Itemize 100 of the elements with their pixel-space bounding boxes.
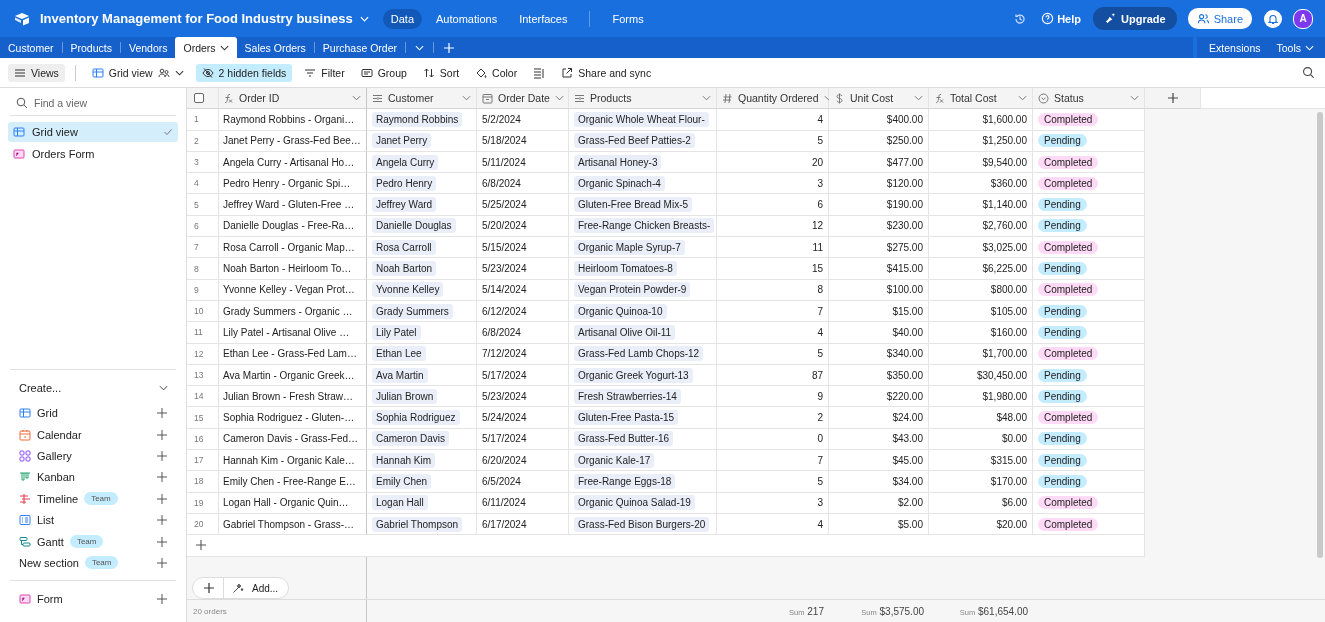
customer-link-chip[interactable]: Angela Curry (372, 154, 439, 170)
product-link-chip[interactable]: Organic Whole Wheat Flour- (574, 111, 709, 127)
select-all-checkbox[interactable] (194, 93, 204, 104)
create-view-item[interactable]: Timeline Team (8, 488, 178, 510)
views-button[interactable]: Views (8, 63, 65, 82)
table-tab[interactable]: Products (62, 37, 120, 58)
column-header[interactable]: Products (569, 88, 717, 110)
hidden-fields-button[interactable]: 2 hidden fields (195, 63, 293, 82)
create-view-item[interactable]: Gantt Team (8, 530, 178, 553)
history-icon[interactable] (1013, 11, 1028, 26)
table-tab[interactable]: Vendors (120, 37, 176, 58)
product-link-chip[interactable]: Grass-Fed Lamb Chops-12 (574, 346, 704, 362)
product-link-chip[interactable]: Organic Maple Syrup-7 (574, 239, 685, 255)
share-sync-button[interactable]: Share and sync (555, 63, 658, 82)
table-cell: $160.00 (929, 322, 1033, 344)
column-header[interactable]: Quantity Ordered (717, 88, 829, 110)
product-link-chip[interactable]: Organic Kale-17 (574, 452, 655, 468)
product-link-chip[interactable]: Artisanal Olive Oil-11 (574, 324, 676, 340)
add-record-control[interactable]: Add... (192, 577, 290, 599)
row-height-icon[interactable] (533, 66, 546, 79)
nav-tab[interactable]: Forms (604, 8, 652, 29)
customer-link-chip[interactable]: Rosa Carroll (372, 239, 436, 255)
share-button[interactable]: Share (1187, 8, 1252, 29)
base-title[interactable]: Inventory Management for Food Industry business (40, 11, 353, 26)
product-link-chip[interactable]: Organic Quinoa Salad-19 (574, 495, 695, 511)
product-link-chip[interactable]: Grass-Fed Bison Burgers-20 (574, 516, 710, 532)
add-table-icon[interactable] (443, 41, 455, 54)
customer-link-chip[interactable]: Raymond Robbins (372, 111, 463, 127)
customer-link-chip[interactable]: Hannah Kim (372, 452, 436, 468)
customer-link-chip[interactable]: Sophia Rodriguez (372, 410, 460, 426)
customer-link-chip[interactable]: Noah Barton (372, 261, 437, 276)
customer-link-chip[interactable]: Gabriel Thompson (372, 516, 463, 532)
column-header[interactable]: Order ID (219, 88, 367, 110)
column-header[interactable]: Unit Cost (829, 88, 929, 110)
add-row-icon[interactable] (195, 539, 207, 552)
find-view-field[interactable]: Find a view (34, 97, 164, 109)
customer-link-chip[interactable]: Danielle Douglas (372, 218, 456, 234)
customer-link-chip[interactable]: Emily Chen (372, 474, 432, 489)
extensions-button[interactable]: Extensions (1201, 37, 1269, 58)
view-item[interactable]: Grid view (8, 122, 178, 142)
nav-tab[interactable]: Automations (428, 8, 506, 29)
user-avatar[interactable]: A (1293, 8, 1313, 29)
create-view-item[interactable]: Grid (8, 402, 178, 424)
product-link-chip[interactable]: Grass-Fed Butter-16 (574, 431, 674, 447)
sort-button[interactable]: Sort (416, 63, 466, 82)
column-header[interactable]: Order Date (477, 88, 569, 110)
table-cell: $415.00 (829, 258, 929, 280)
product-link-chip[interactable]: Gluten-Free Pasta-15 (574, 410, 679, 426)
column-header[interactable]: Status (1033, 88, 1145, 110)
tools-menu[interactable]: Tools (1268, 37, 1322, 58)
group-icon (360, 66, 373, 79)
logo-icon[interactable] (14, 11, 30, 26)
customer-link-chip[interactable]: Pedro Henry (372, 175, 437, 191)
help-button[interactable]: Help (1041, 12, 1081, 25)
customer-link-chip[interactable]: Janet Perry (372, 133, 432, 149)
create-view-item[interactable]: Form (8, 588, 178, 610)
customer-link-chip[interactable]: Lily Patel (372, 324, 421, 340)
customer-link-chip[interactable]: Ava Martin (372, 367, 428, 383)
column-header[interactable]: Total Cost (929, 88, 1033, 110)
create-view-item[interactable]: List (8, 509, 178, 531)
table-tab[interactable]: Purchase Order (314, 37, 405, 58)
add-column-button[interactable] (1145, 88, 1201, 110)
product-link-chip[interactable]: Heirloom Tomatoes-8 (574, 261, 677, 276)
product-link-chip[interactable]: Free-Range Eggs-18 (574, 474, 676, 489)
group-button[interactable]: Group (354, 63, 413, 82)
create-view-item[interactable]: Kanban (8, 466, 178, 489)
customer-link-chip[interactable]: Cameron Davis (372, 431, 449, 447)
customer-link-chip[interactable]: Grady Summers (372, 303, 453, 319)
scrollbar[interactable] (1317, 112, 1323, 558)
table-tab[interactable]: Customer (0, 37, 62, 58)
nav-tab[interactable]: Data (382, 8, 422, 29)
customer-link-chip[interactable]: Yvonne Kelley (372, 282, 444, 298)
create-view-item[interactable]: New section Team (8, 552, 178, 574)
product-link-chip[interactable]: Gluten-Free Bread Mix-5 (574, 197, 693, 213)
create-view-item[interactable]: Gallery (8, 445, 178, 467)
table-tab[interactable]: Sales Orders (236, 37, 314, 58)
customer-link-chip[interactable]: Logan Hall (372, 495, 428, 511)
customer-link-chip[interactable]: Julian Brown (372, 388, 438, 404)
notifications-button[interactable] (1264, 9, 1282, 28)
product-link-chip[interactable]: Vegan Protein Powder-9 (574, 282, 691, 298)
product-link-chip[interactable]: Organic Quinoa-10 (574, 303, 667, 319)
view-item[interactable]: Orders Form (8, 144, 178, 164)
product-link-chip[interactable]: Organic Spinach-4 (574, 175, 665, 191)
status-pill: Completed (1038, 496, 1099, 510)
search-icon[interactable] (1302, 66, 1315, 79)
table-tab[interactable]: Orders (175, 37, 237, 58)
create-view-item[interactable]: Calendar (8, 423, 178, 446)
column-header[interactable]: Customer (367, 88, 477, 110)
product-link-chip[interactable]: Grass-Fed Beef Patties-2 (574, 133, 695, 149)
customer-link-chip[interactable]: Jeffrey Ward (372, 197, 437, 213)
product-link-chip[interactable]: Artisanal Honey-3 (574, 154, 662, 170)
product-link-chip[interactable]: Free-Range Chicken Breasts- (574, 218, 715, 234)
filter-button[interactable]: Filter (298, 63, 351, 82)
product-link-chip[interactable]: Fresh Strawberries-14 (574, 388, 681, 404)
customer-link-chip[interactable]: Ethan Lee (372, 346, 426, 362)
product-link-chip[interactable]: Organic Greek Yogurt-13 (574, 367, 693, 383)
nav-tab[interactable]: Interfaces (511, 8, 576, 29)
view-switcher[interactable]: Grid view (85, 63, 190, 82)
color-button[interactable]: Color (469, 63, 524, 82)
upgrade-button[interactable]: Upgrade (1093, 7, 1177, 30)
